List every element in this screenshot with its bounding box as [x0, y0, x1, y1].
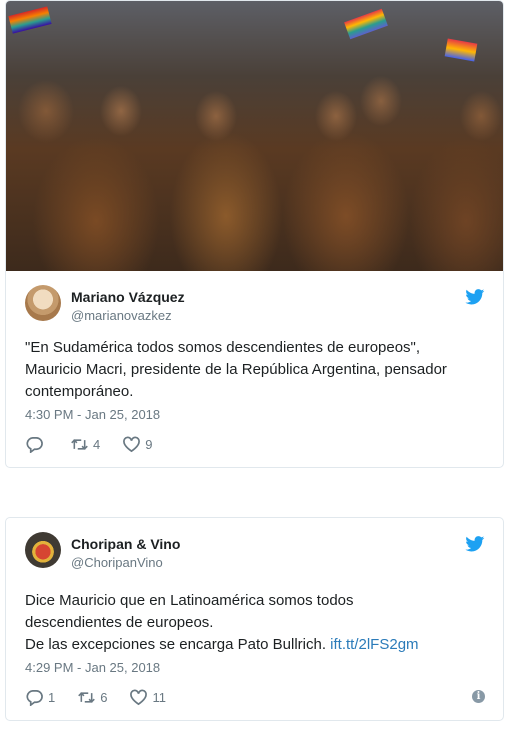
- retweet-icon: [78, 691, 96, 703]
- tweet-text-line: "En Sudamérica todos somos descendientes…: [25, 339, 421, 356]
- heart-icon: [123, 436, 141, 452]
- heart-icon: [130, 689, 148, 705]
- reply-icon: [26, 436, 43, 453]
- embedded-tweet-card: Choripan & Vino @ChoripanVino Dice Mauri…: [5, 517, 504, 721]
- tweet-actions: 4 9: [25, 434, 174, 454]
- tweet-text-line: contemporáneo.: [25, 383, 134, 400]
- embedded-tweet-card: Mariano Vázquez @marianovazkez "En Sudam…: [5, 0, 504, 468]
- like-count: 9: [145, 436, 153, 452]
- retweet-count: 6: [100, 689, 108, 705]
- retweet-button[interactable]: 6: [77, 689, 107, 706]
- like-button[interactable]: 11: [129, 689, 166, 706]
- tweet-actions: 1 6 11: [25, 687, 188, 707]
- retweet-icon: [71, 438, 88, 450]
- author-name[interactable]: Mariano Vázquez: [71, 289, 185, 305]
- reply-count: 1: [48, 689, 56, 705]
- tweet-photo[interactable]: [6, 1, 503, 271]
- tweet-text: "En Sudamérica todos somos descendientes…: [25, 337, 487, 403]
- tweet-timestamp[interactable]: 4:30 PM - Jan 25, 2018: [25, 407, 160, 422]
- info-icon[interactable]: i: [472, 690, 485, 703]
- tweet-text-line: Dice Mauricio que en Latinoamérica somos…: [25, 592, 354, 609]
- tweet-text-segment: De las excepciones se encarga Pato Bullr…: [25, 636, 326, 653]
- twitter-bird-icon[interactable]: [465, 536, 485, 552]
- reply-button[interactable]: 1: [25, 689, 55, 706]
- avatar[interactable]: [25, 285, 61, 321]
- author-handle[interactable]: @ChoripanVino: [71, 555, 163, 570]
- reply-icon: [26, 689, 43, 706]
- tweet-timestamp[interactable]: 4:29 PM - Jan 25, 2018: [25, 660, 160, 675]
- tweet-text: Dice Mauricio que en Latinoamérica somos…: [25, 590, 487, 656]
- author-handle[interactable]: @marianovazkez: [71, 308, 172, 323]
- twitter-bird-icon[interactable]: [465, 289, 485, 305]
- tweet-link[interactable]: ift.tt/2lFS2gm: [330, 636, 418, 653]
- flag-decoration: [444, 38, 478, 62]
- tweet-text-line: Mauricio Macri, presidente de la Repúbli…: [25, 361, 447, 378]
- like-button[interactable]: 9: [122, 436, 152, 453]
- tweet-text-line: descendientes de europeos.: [25, 614, 214, 631]
- retweet-button[interactable]: 4: [70, 436, 100, 453]
- avatar[interactable]: [25, 532, 61, 568]
- flag-decoration: [344, 8, 388, 40]
- flag-decoration: [8, 6, 52, 34]
- retweet-count: 4: [93, 436, 101, 452]
- author-name[interactable]: Choripan & Vino: [71, 536, 180, 552]
- reply-button[interactable]: [25, 436, 48, 453]
- like-count: 11: [152, 689, 166, 705]
- tweet-text-line: De las excepciones se encarga Pato Bullr…: [25, 634, 487, 656]
